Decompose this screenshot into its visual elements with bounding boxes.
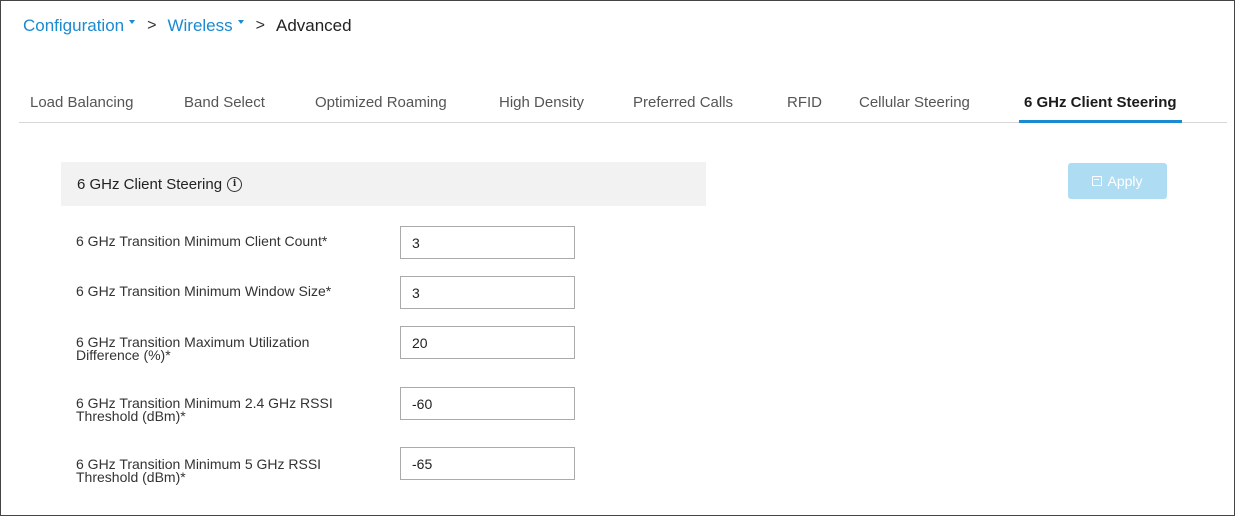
min-client-count-input[interactable] — [400, 226, 575, 259]
tab-cellular-steering[interactable]: Cellular Steering — [857, 94, 972, 121]
caret-down-icon[interactable] — [129, 20, 136, 24]
breadcrumb-configuration-label[interactable]: Configuration — [23, 16, 124, 36]
field-label-max-utilization-difference: 6 GHz Transition Maximum Utilization Dif… — [76, 335, 376, 363]
field-label-line: 6 GHz Transition Minimum Client Count* — [76, 233, 328, 249]
tab-load-balancing[interactable]: Load Balancing — [28, 94, 135, 121]
min-24ghz-rssi-threshold-input[interactable] — [400, 387, 575, 420]
field-label-line: Threshold (dBm)* — [76, 469, 186, 485]
breadcrumb-separator: > — [147, 17, 157, 34]
max-utilization-difference-input[interactable] — [400, 326, 575, 359]
field-label-min-client-count: 6 GHz Transition Minimum Client Count* — [76, 233, 376, 249]
breadcrumb-wireless[interactable]: Wireless — [167, 16, 244, 36]
tab-bar: Load Balancing Band Select Optimized Roa… — [19, 94, 1227, 123]
save-icon — [1092, 176, 1103, 186]
tab-optimized-roaming[interactable]: Optimized Roaming — [313, 94, 449, 121]
tab-band-select[interactable]: Band Select — [182, 94, 267, 121]
breadcrumb-separator: > — [255, 17, 265, 34]
section-header: 6 GHz Client Steering i — [61, 162, 706, 206]
breadcrumb-wireless-label[interactable]: Wireless — [167, 16, 232, 36]
apply-button-label: Apply — [1107, 173, 1143, 189]
field-label-min-5ghz-rssi-threshold: 6 GHz Transition Minimum 5 GHz RSSI Thre… — [76, 457, 376, 485]
tab-6ghz-client-steering[interactable]: 6 GHz Client Steering — [1019, 94, 1182, 123]
min-5ghz-rssi-threshold-input[interactable] — [400, 447, 575, 480]
breadcrumb: Configuration > Wireless > Advanced — [23, 16, 352, 36]
tab-preferred-calls[interactable]: Preferred Calls — [631, 94, 735, 121]
field-label-line: 6 GHz Transition Minimum Window Size* — [76, 283, 332, 299]
info-icon[interactable]: i — [227, 176, 243, 192]
field-label-line: Threshold (dBm)* — [76, 408, 186, 424]
breadcrumb-configuration[interactable]: Configuration — [23, 16, 136, 36]
apply-button[interactable]: Apply — [1068, 163, 1167, 199]
field-label-min-window-size: 6 GHz Transition Minimum Window Size* — [76, 283, 376, 299]
tab-rfid[interactable]: RFID — [785, 94, 824, 121]
breadcrumb-current-page: Advanced — [275, 16, 352, 35]
field-label-min-24ghz-rssi-threshold: 6 GHz Transition Minimum 2.4 GHz RSSI Th… — [76, 396, 376, 424]
caret-down-icon[interactable] — [237, 20, 244, 24]
section-title: 6 GHz Client Steering — [77, 175, 223, 193]
window-frame — [0, 0, 1235, 516]
min-window-size-input[interactable] — [400, 276, 575, 309]
field-label-line: Difference (%)* — [76, 347, 171, 363]
tab-high-density[interactable]: High Density — [497, 94, 586, 121]
